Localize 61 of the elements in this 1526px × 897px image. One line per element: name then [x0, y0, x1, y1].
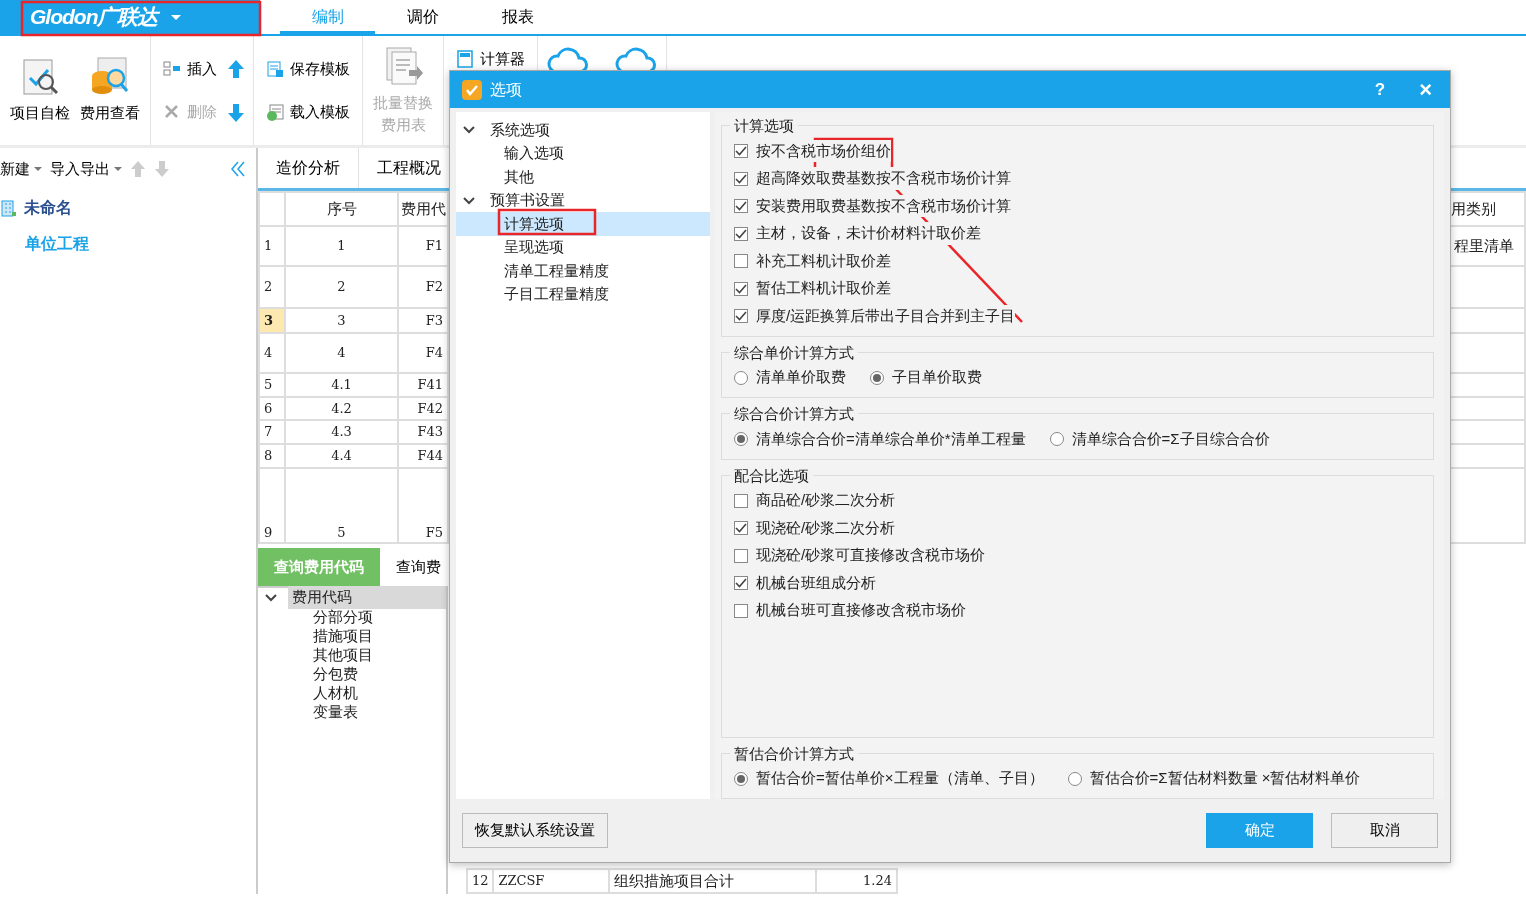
- option-label[interactable]: 按不含税市场价组价: [756, 139, 891, 163]
- tree-item[interactable]: 变量表: [313, 702, 358, 721]
- toolbar-button[interactable]: 新建: [0, 157, 42, 181]
- row-number[interactable]: 6: [259, 397, 285, 420]
- table-cell: 4.3: [285, 420, 398, 444]
- menu-tab[interactable]: 报表: [470, 0, 565, 34]
- tree-item[interactable]: 分包费: [313, 664, 358, 683]
- row-number[interactable]: 9: [259, 468, 285, 543]
- table-cell: 4: [285, 333, 398, 373]
- tree-item[interactable]: 清单工程量精度: [500, 259, 613, 283]
- ribbon-button[interactable]: 插入: [159, 52, 221, 87]
- logo: Glodon广联达: [30, 4, 158, 31]
- table-cell: ZZCSF: [493, 868, 610, 893]
- table-cell: 3: [285, 308, 398, 333]
- option-label[interactable]: 安装费用取费基数按不含税市场价计算: [756, 194, 1011, 218]
- group-title: 综合合价计算方式: [733, 406, 855, 422]
- ribbon-button[interactable]: 费用查看: [78, 56, 142, 125]
- group-title: 暂估合价计算方式: [733, 745, 855, 761]
- tree-item[interactable]: 输入选项: [500, 142, 568, 165]
- row-number[interactable]: 8: [259, 444, 285, 468]
- row-number[interactable]: 4: [259, 333, 285, 373]
- tree-item[interactable]: 其他项目: [313, 645, 373, 664]
- tree-item[interactable]: 预算书设置: [490, 189, 565, 212]
- dialog-title: 选项: [490, 79, 522, 100]
- ribbon-button[interactable]: 项目自检: [8, 56, 72, 125]
- tree-item[interactable]: 呈现选项: [500, 236, 568, 259]
- column-header: 序号: [285, 192, 398, 226]
- table-cell: 4.4: [285, 444, 398, 468]
- panel-tab[interactable]: 造价分析: [258, 148, 359, 188]
- option-label[interactable]: 超高降效取费基数按不含税市场价计算: [756, 167, 1011, 190]
- tree-item[interactable]: 人材机: [313, 683, 358, 702]
- group-title: 配合比选项: [733, 467, 810, 483]
- tree-item[interactable]: 系统选项: [490, 118, 550, 142]
- tree-item[interactable]: 未命名: [24, 196, 72, 220]
- ribbon-button[interactable]: 计算器: [452, 42, 529, 77]
- option-label[interactable]: 主材，设备，未计价材料计取价差: [756, 222, 981, 245]
- ribbon-button[interactable]: 载入模板: [262, 94, 354, 129]
- table-cell: 1.24: [815, 868, 897, 893]
- table-cell: 4.2: [285, 397, 398, 420]
- ribbon-button[interactable]: 保存模板: [262, 52, 354, 87]
- toolbar-button[interactable]: 导入导出: [50, 157, 122, 181]
- table-cell: 1: [285, 226, 398, 266]
- row-number[interactable]: 7: [259, 420, 285, 444]
- restore-defaults-button[interactable]: 恢复默认系统设置: [462, 813, 608, 848]
- table-cell: 2: [285, 266, 398, 308]
- group-title: 综合单价计算方式: [733, 344, 855, 360]
- table-cell: 5: [285, 468, 398, 543]
- row-number[interactable]: 3: [259, 308, 285, 333]
- table-cell: 4.1: [285, 373, 398, 397]
- tree-item[interactable]: 措施项目: [313, 626, 373, 645]
- cancel-button[interactable]: 取消: [1331, 813, 1438, 848]
- row-number[interactable]: 1: [259, 226, 285, 266]
- tree-item[interactable]: 其他: [500, 165, 538, 189]
- tree-item[interactable]: 分部分项: [313, 607, 373, 626]
- row-number[interactable]: 5: [259, 373, 285, 397]
- menu-tab[interactable]: 调价: [375, 0, 470, 34]
- group-title: 计算选项: [733, 118, 795, 134]
- tree-item[interactable]: 费用代码: [288, 586, 446, 609]
- tree-item[interactable]: 子目工程量精度: [500, 283, 613, 306]
- table-cell: 组织措施项目合计: [609, 868, 816, 893]
- row-number[interactable]: 12: [467, 868, 494, 893]
